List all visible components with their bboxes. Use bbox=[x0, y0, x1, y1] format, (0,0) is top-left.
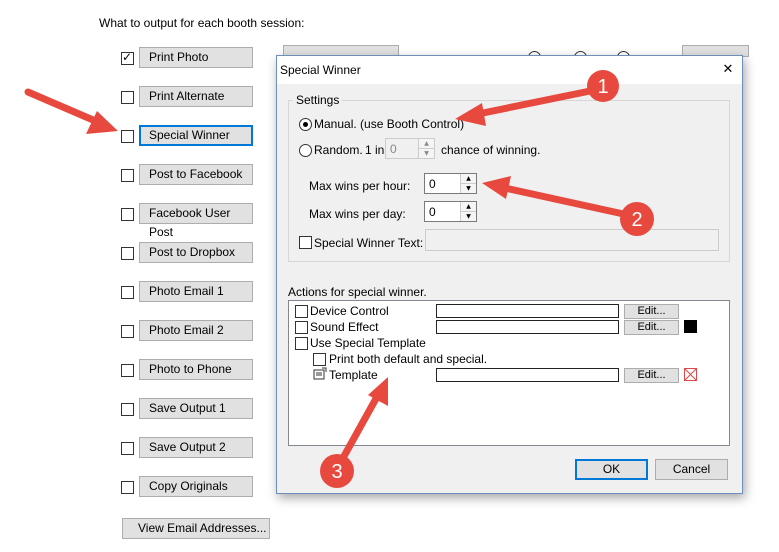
callout-2-number: 2 bbox=[631, 209, 642, 231]
arrow-3-annotation bbox=[320, 377, 388, 488]
arrow-1-annotation bbox=[455, 70, 619, 126]
callout-3-number: 3 bbox=[331, 461, 342, 483]
arrow-2-annotation bbox=[482, 176, 654, 236]
annotation-overlay: 1 2 3 bbox=[24, 70, 654, 488]
callout-1-number: 1 bbox=[597, 76, 608, 98]
arrow-left-annotation bbox=[24, 88, 118, 134]
